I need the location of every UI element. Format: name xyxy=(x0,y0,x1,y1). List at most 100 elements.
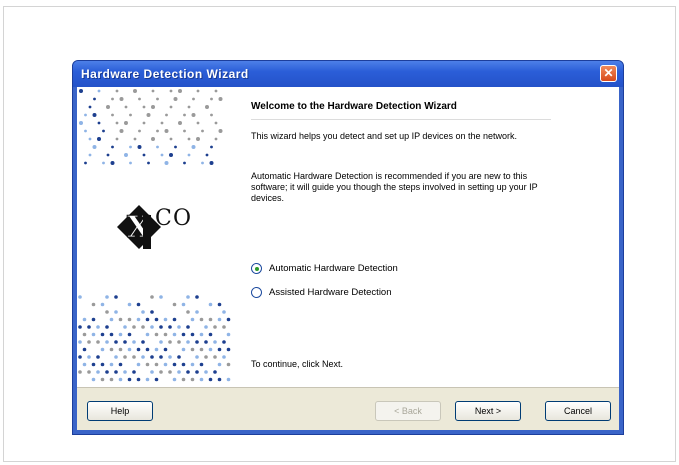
pattern-dot xyxy=(195,295,199,299)
pattern-dot xyxy=(136,317,141,322)
pattern-dot xyxy=(105,340,109,344)
pattern-dot xyxy=(190,347,195,352)
pattern-dot xyxy=(138,97,141,101)
pattern-dot xyxy=(199,377,204,382)
pattern-dot xyxy=(105,295,109,299)
pattern-dot xyxy=(78,355,82,359)
pattern-dot xyxy=(163,347,168,352)
pattern-dot xyxy=(196,137,200,141)
pattern-dot xyxy=(169,153,173,157)
pattern-dot xyxy=(213,340,217,344)
pattern-dot xyxy=(82,332,87,337)
pattern-dot xyxy=(218,129,223,133)
pattern-dot xyxy=(145,377,150,382)
option-automatic-detection[interactable]: Automatic Hardware Detection xyxy=(251,263,398,274)
pattern-dot xyxy=(82,362,87,367)
pattern-dot xyxy=(150,355,154,359)
option-label: Automatic Hardware Detection xyxy=(269,263,398,274)
back-button[interactable]: < Back xyxy=(375,401,441,421)
pattern-dot xyxy=(159,340,163,344)
pattern-dot xyxy=(199,317,204,322)
pattern-dot xyxy=(214,121,218,125)
pattern-dot xyxy=(195,340,199,344)
pattern-dot xyxy=(91,317,96,322)
radio-assisted[interactable] xyxy=(251,287,262,298)
pattern-dot xyxy=(160,153,164,157)
pattern-dot xyxy=(183,129,186,133)
pattern-dot xyxy=(201,129,204,133)
pattern-dot xyxy=(213,325,217,329)
pattern-dot xyxy=(204,370,208,374)
pattern-dot xyxy=(97,137,101,141)
pattern-dot xyxy=(114,295,118,299)
pattern-dot xyxy=(78,295,82,299)
pattern-dot xyxy=(142,121,146,125)
pattern-dot xyxy=(124,105,128,109)
pattern-dot xyxy=(129,113,132,117)
pattern-dot xyxy=(191,113,196,117)
pattern-dot xyxy=(195,310,199,314)
wizard-client-area: X C O Welcome to the Hardware Detection … xyxy=(77,87,619,430)
pattern-dot xyxy=(100,347,105,352)
pattern-dot xyxy=(187,105,191,109)
svg-text:O: O xyxy=(173,206,191,231)
option-label: Assisted Hardware Detection xyxy=(269,287,392,298)
pattern-dot xyxy=(177,355,181,359)
button-bar: Help < Back Next > Cancel xyxy=(77,387,619,430)
pattern-dot xyxy=(127,332,132,337)
pattern-dot xyxy=(154,317,159,322)
pattern-dot xyxy=(222,340,226,344)
pattern-dot xyxy=(106,105,110,109)
pattern-dot xyxy=(87,340,91,344)
pattern-dot xyxy=(114,310,118,314)
pattern-dot xyxy=(186,295,190,299)
pattern-dot xyxy=(217,377,222,382)
title-bar[interactable]: Hardware Detection Wizard ✕ xyxy=(73,61,623,87)
pattern-dot xyxy=(118,362,123,367)
pattern-dot xyxy=(222,355,226,359)
pattern-dot xyxy=(186,370,190,374)
wizard-window: Hardware Detection Wizard ✕ X C O Welcom… xyxy=(72,60,624,435)
pattern-dot xyxy=(115,89,119,93)
pattern-dot xyxy=(109,377,114,382)
pattern-dot xyxy=(93,97,96,101)
pattern-dot xyxy=(105,310,109,314)
pattern-dot xyxy=(114,340,118,344)
pattern-dot xyxy=(181,332,186,337)
radio-automatic[interactable] xyxy=(251,263,262,274)
pattern-dot xyxy=(136,377,141,382)
pattern-dot xyxy=(190,332,195,337)
pattern-dot xyxy=(92,145,97,149)
pattern-dot xyxy=(213,370,217,374)
pattern-dot xyxy=(199,332,204,337)
pattern-dot xyxy=(145,347,150,352)
pattern-dot xyxy=(160,121,164,125)
close-button[interactable]: ✕ xyxy=(600,65,617,82)
pattern-dot xyxy=(133,137,137,141)
pattern-dot xyxy=(214,137,218,141)
pattern-dot xyxy=(119,97,124,101)
help-button[interactable]: Help xyxy=(87,401,153,421)
pattern-dot xyxy=(226,362,231,367)
pattern-dot xyxy=(210,113,213,117)
pattern-dot xyxy=(222,325,226,329)
next-button[interactable]: Next > xyxy=(455,401,521,421)
continue-instruction: To continue, click Next. xyxy=(251,359,344,369)
dot-pattern-graphic: X C O xyxy=(78,89,231,382)
pattern-dot xyxy=(150,310,154,314)
pattern-dot xyxy=(88,105,92,109)
pattern-dot xyxy=(186,310,190,314)
pattern-dot xyxy=(84,129,87,133)
recommendation-paragraph: Automatic Hardware Detection is recommen… xyxy=(251,171,538,203)
pattern-dot xyxy=(222,310,226,314)
pattern-dot xyxy=(133,89,137,93)
pattern-dot xyxy=(100,362,105,367)
pattern-dot xyxy=(111,145,114,149)
pattern-dot xyxy=(78,370,82,374)
pattern-dot xyxy=(204,355,208,359)
pattern-dot xyxy=(156,129,159,133)
option-assisted-detection[interactable]: Assisted Hardware Detection xyxy=(251,287,392,298)
cancel-button[interactable]: Cancel xyxy=(545,401,611,421)
page-frame: Hardware Detection Wizard ✕ X C O Welcom… xyxy=(3,6,676,462)
pattern-dot xyxy=(181,302,186,307)
